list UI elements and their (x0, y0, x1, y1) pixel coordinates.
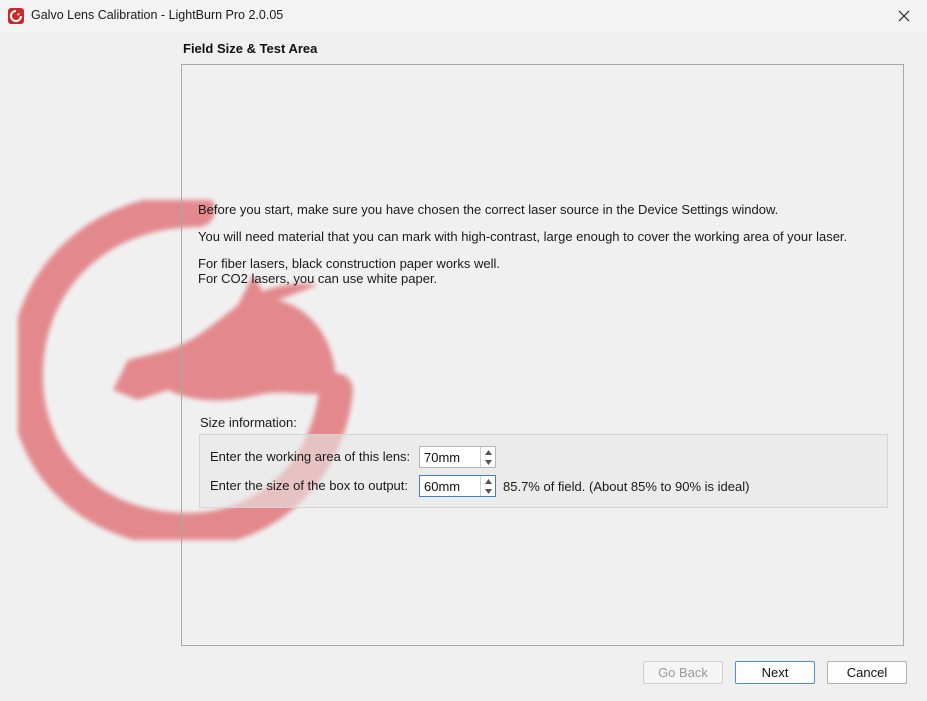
chevron-up-icon (484, 449, 492, 455)
lightburn-logo-icon (8, 8, 24, 24)
working-area-decrement-button[interactable] (481, 457, 495, 467)
go-back-button[interactable]: Go Back (643, 661, 723, 684)
page-title: Field Size & Test Area (183, 41, 318, 56)
chevron-down-icon (484, 488, 492, 494)
box-size-value: 60mm (424, 479, 461, 494)
box-size-increment-button[interactable] (481, 476, 495, 486)
content-frame (181, 64, 904, 646)
instruction-co2: For CO2 lasers, you can use white paper. (198, 271, 438, 286)
close-icon (898, 10, 910, 22)
close-button[interactable] (881, 0, 927, 32)
box-size-spinbox[interactable]: 60mm (419, 475, 496, 497)
working-area-stepper (480, 447, 495, 467)
working-area-increment-button[interactable] (481, 447, 495, 457)
box-size-stepper (480, 476, 495, 496)
instruction-laser-source: Before you start, make sure you have cho… (198, 202, 779, 217)
chevron-down-icon (484, 459, 492, 465)
chevron-up-icon (484, 478, 492, 484)
box-size-decrement-button[interactable] (481, 486, 495, 496)
box-size-percent-note: 85.7% of field. (About 85% to 90% is ide… (503, 479, 750, 494)
instruction-material: You will need material that you can mark… (198, 229, 848, 244)
working-area-spinbox[interactable]: 70mm (419, 446, 496, 468)
next-button[interactable]: Next (735, 661, 815, 684)
cancel-button[interactable]: Cancel (827, 661, 907, 684)
title-bar: Galvo Lens Calibration - LightBurn Pro 2… (0, 0, 927, 32)
window-title: Galvo Lens Calibration - LightBurn Pro 2… (31, 8, 284, 22)
size-info-title: Size information: (200, 415, 297, 430)
instruction-fiber: For fiber lasers, black construction pap… (198, 256, 501, 271)
size-info-group (199, 434, 888, 508)
box-size-label: Enter the size of the box to output: (210, 478, 409, 493)
working-area-value: 70mm (424, 450, 461, 465)
working-area-label: Enter the working area of this lens: (210, 449, 411, 464)
